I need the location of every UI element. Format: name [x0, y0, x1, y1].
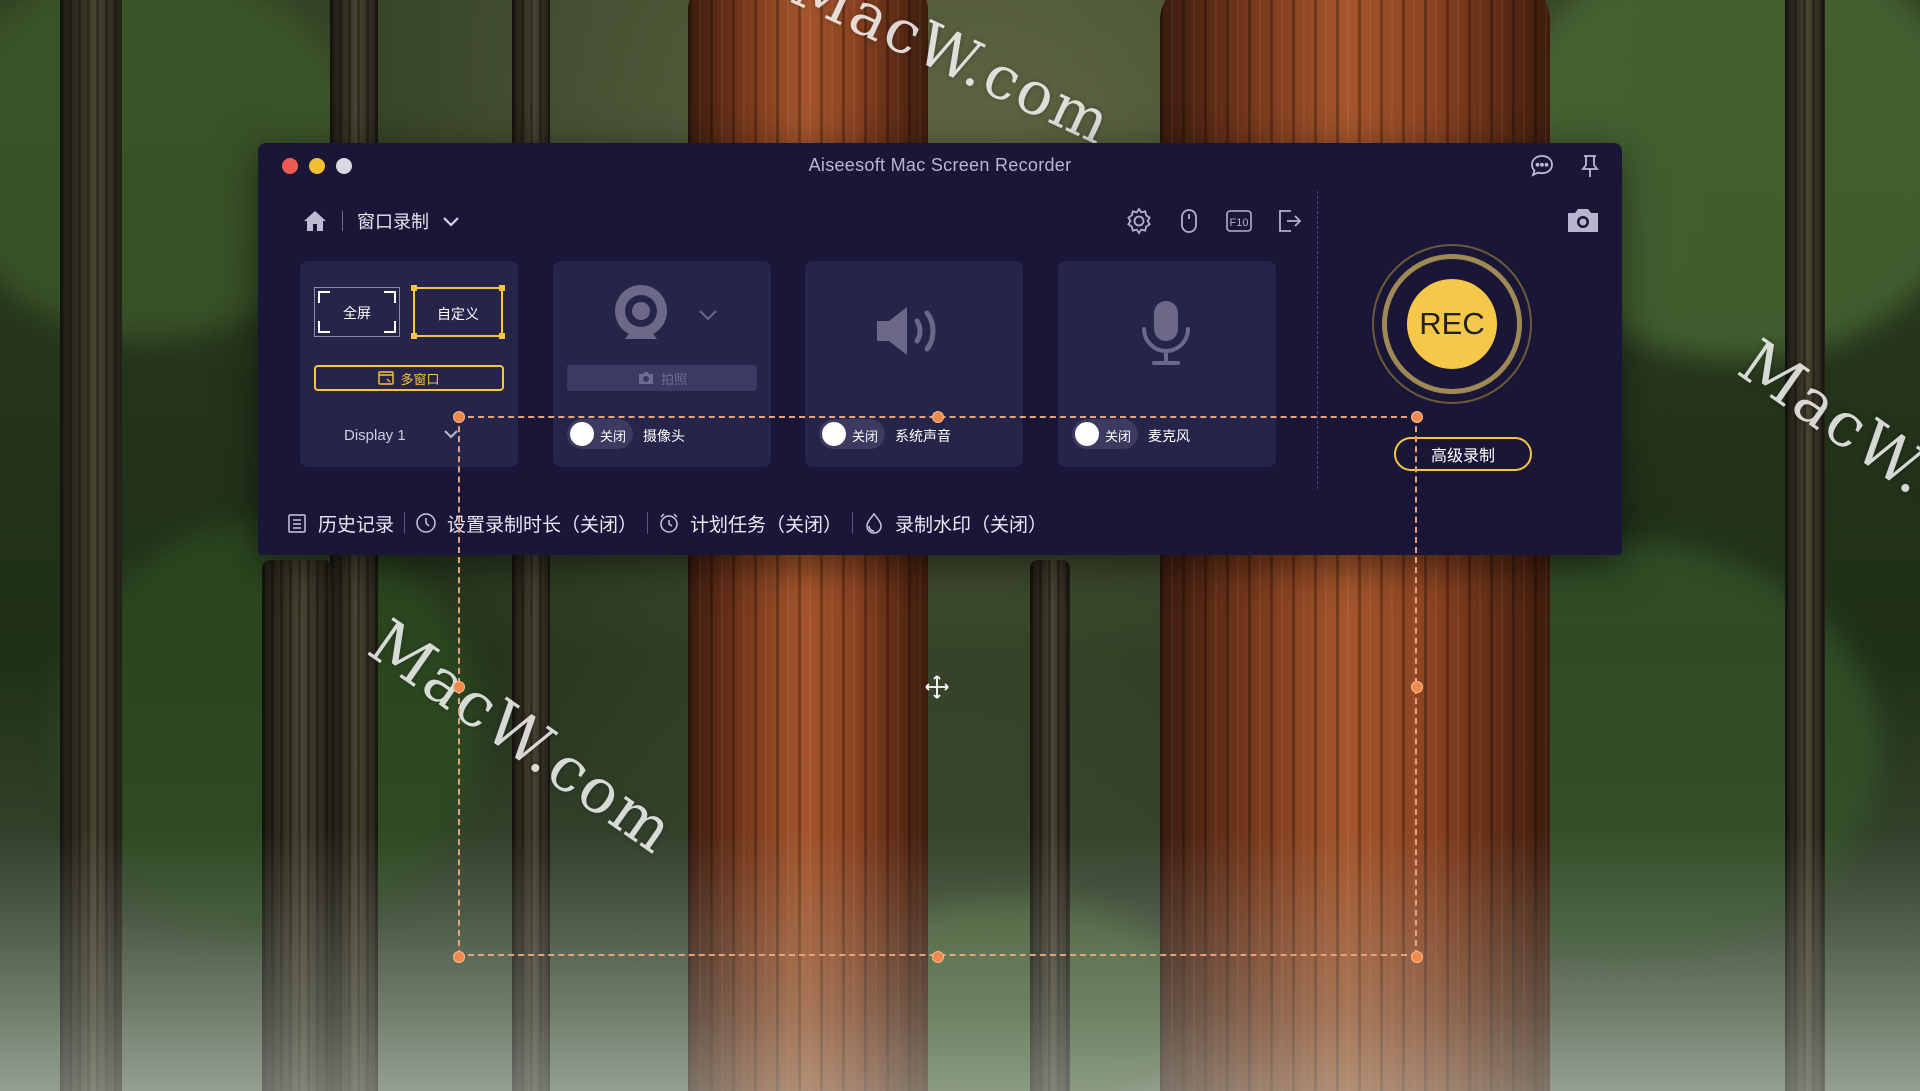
svg-text:F10: F10: [1230, 217, 1249, 229]
microphone-icon: [1138, 299, 1194, 367]
camera-snapshot-icon[interactable]: [1565, 205, 1601, 235]
clock-icon: [415, 512, 437, 534]
rec-button[interactable]: REC: [1407, 279, 1497, 369]
fullscreen-option[interactable]: 全屏: [314, 287, 400, 337]
history-label: 历史记录: [318, 514, 395, 536]
resize-handle-right[interactable]: [1411, 681, 1423, 693]
custom-area-label: 自定义: [437, 306, 479, 322]
breadcrumb: 窗口录制: [302, 203, 463, 239]
settings-icon[interactable]: [1124, 206, 1154, 236]
camera-icon: [637, 370, 655, 386]
toolbar: F10: [1124, 206, 1304, 238]
resize-handle-top[interactable]: [932, 411, 944, 423]
resize-handle-left[interactable]: [453, 681, 465, 693]
pin-icon[interactable]: [1576, 152, 1604, 180]
resize-handle-top-right[interactable]: [1411, 411, 1423, 423]
move-icon[interactable]: [924, 674, 950, 700]
resize-handle-bottom[interactable]: [932, 951, 944, 963]
take-photo-label: 拍照: [660, 371, 687, 387]
chevron-down-icon[interactable]: [439, 209, 463, 233]
multi-window-button[interactable]: 多窗口: [314, 365, 504, 391]
history-button[interactable]: 历史记录: [276, 510, 404, 537]
take-photo-button[interactable]: 拍照: [567, 365, 757, 391]
webcam-icon: [611, 281, 671, 349]
recording-mode-label[interactable]: 窗口录制: [357, 208, 429, 234]
display-selector-label[interactable]: Display 1: [344, 427, 406, 444]
title-bar[interactable]: Aiseesoft Mac Screen Recorder: [258, 143, 1622, 189]
home-icon[interactable]: [302, 208, 328, 234]
chat-icon[interactable]: [1528, 152, 1556, 180]
window-icon: [378, 371, 395, 385]
f10-hotkey-icon[interactable]: F10: [1224, 206, 1254, 236]
multi-window-label: 多窗口: [400, 371, 440, 387]
export-icon[interactable]: [1274, 206, 1304, 236]
custom-area-option[interactable]: 自定义: [411, 285, 505, 339]
resize-handle-bottom-left[interactable]: [453, 951, 465, 963]
resize-handle-top-left[interactable]: [453, 411, 465, 423]
fullscreen-label: 全屏: [343, 305, 371, 321]
resize-handle-bottom-right[interactable]: [1411, 951, 1423, 963]
speaker-icon: [873, 301, 953, 361]
mouse-icon[interactable]: [1174, 206, 1204, 236]
history-icon: [286, 512, 308, 534]
nav-separator: [342, 211, 343, 231]
chevron-down-icon[interactable]: [695, 301, 721, 327]
window-title: Aiseesoft Mac Screen Recorder: [808, 155, 1072, 175]
